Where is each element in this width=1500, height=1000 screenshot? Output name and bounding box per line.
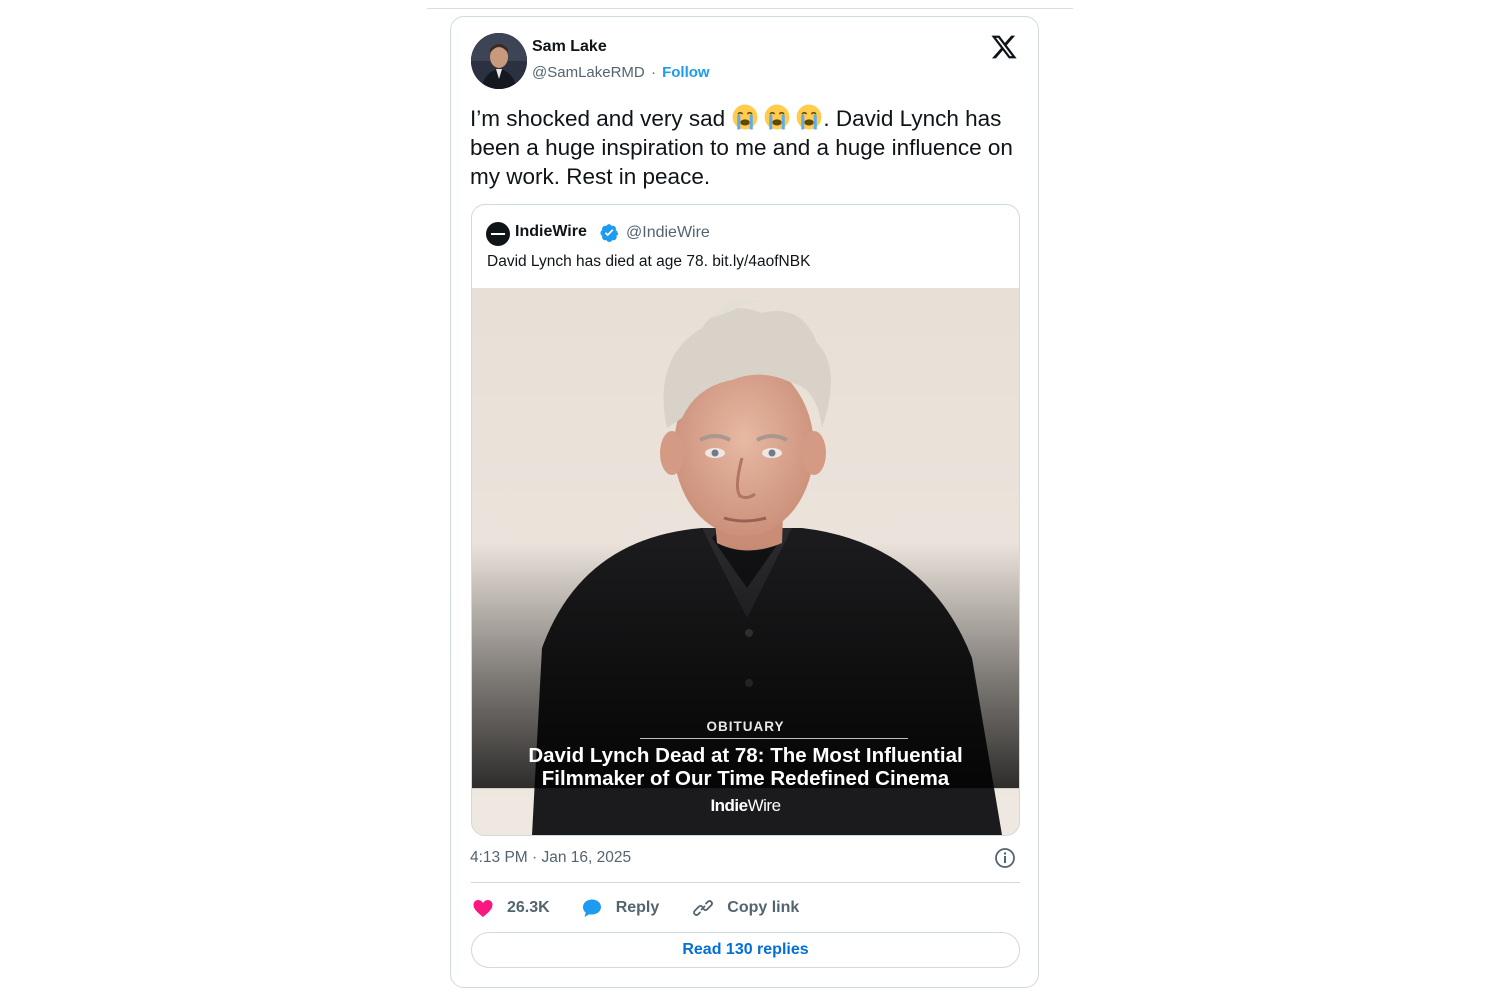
author-name[interactable]: Sam Lake [532, 38, 607, 56]
tweet-text: I’m shocked and very sad . David Lynch h… [470, 103, 1030, 191]
author-avatar[interactable] [471, 33, 527, 89]
actions-divider [471, 882, 1020, 883]
top-divider [427, 8, 1073, 9]
wordmark-bold: Indie [710, 796, 748, 815]
embedded-tweet: Sam Lake @SamLakeRMD · Follow I’m shocke… [450, 16, 1039, 988]
obituary-label: OBITUARY [706, 719, 785, 734]
verified-badge-icon [600, 224, 619, 242]
quoted-author-name[interactable]: IndieWire [515, 223, 587, 241]
obituary-image[interactable]: OBITUARY David Lynch Dead at 78: The Mos… [472, 288, 1019, 835]
quoted-tweet[interactable]: IndieWire @IndieWire David Lynch has die… [471, 204, 1020, 836]
quoted-tweet-text: David Lynch has died at age 78. bit.ly/4… [487, 253, 811, 270]
loudly-crying-face-icon [764, 104, 790, 130]
x-logo-icon[interactable] [990, 33, 1018, 61]
separator-dot: · [650, 64, 656, 81]
reply-label: Reply [615, 899, 660, 916]
headline-line-2: Filmmaker of Our Time Redefined Cinema [541, 767, 950, 790]
tweet-timestamp[interactable]: 4:13 PM · Jan 16, 2025 [470, 849, 631, 867]
copy-link-button[interactable]: Copy link [691, 896, 799, 920]
loudly-crying-face-icon [796, 104, 822, 130]
tweet-text-start: I’m shocked and very sad [470, 106, 732, 131]
read-replies-button[interactable]: Read 130 replies [471, 932, 1020, 968]
copy-link-label: Copy link [727, 899, 800, 916]
author-meta: @SamLakeRMD · Follow [532, 64, 710, 81]
reply-button[interactable]: Reply [580, 896, 660, 920]
indiewire-wordmark: IndieWire [472, 796, 1019, 816]
headline-line-1: David Lynch Dead at 78: The Most Influen… [528, 744, 963, 767]
obituary-rule [640, 738, 908, 739]
link-icon [693, 900, 714, 916]
tweet-actions: 26.3K Reply Copy link [471, 893, 799, 923]
obituary-headline: David Lynch Dead at 78: The Most Influen… [472, 744, 1019, 790]
author-handle[interactable]: @SamLakeRMD [532, 64, 645, 81]
loudly-crying-face-icon [732, 104, 758, 130]
like-count: 26.3K [507, 899, 550, 916]
indiewire-avatar[interactable] [486, 222, 510, 246]
follow-link[interactable]: Follow [662, 64, 710, 81]
quoted-author-handle[interactable]: @IndieWire [626, 224, 710, 242]
wordmark-light: Wire [747, 796, 781, 815]
like-button[interactable]: 26.3K [471, 896, 550, 920]
heart-icon [473, 900, 493, 917]
info-icon[interactable] [993, 846, 1017, 870]
reply-bubble-icon [582, 899, 601, 917]
